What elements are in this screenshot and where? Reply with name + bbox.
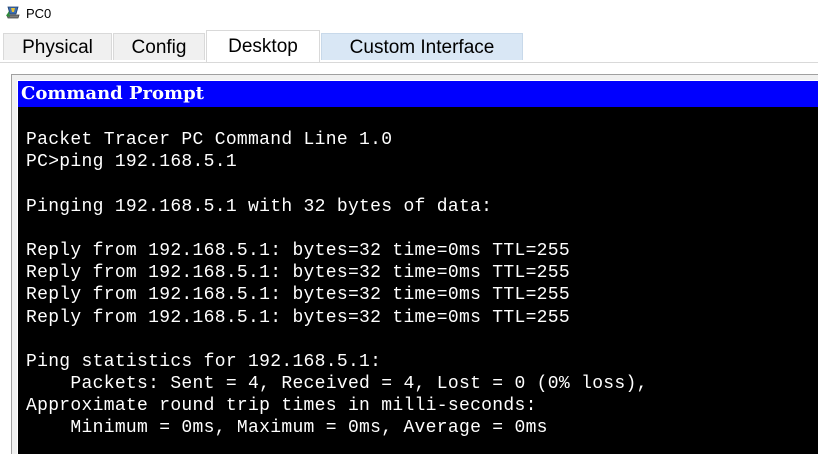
app-window: PC0 Physical Config Desktop Custom Inter… — [0, 0, 818, 454]
terminal-line: Reply from 192.168.5.1: bytes=32 time=0m… — [26, 240, 570, 261]
terminal-output[interactable]: Packet Tracer PC Command Line 1.0 PC>ping… — [26, 129, 816, 440]
desktop-content-panel: Command Prompt Packet Tracer PC Command … — [0, 62, 818, 454]
terminal-line: Reply from 192.168.5.1: bytes=32 time=0m… — [26, 263, 570, 284]
terminal-line: Reply from 192.168.5.1: bytes=32 time=0m… — [26, 285, 570, 306]
terminal-line: Approximate round trip times in milli-se… — [26, 396, 537, 417]
tab-physical[interactable]: Physical — [3, 33, 112, 60]
command-prompt-title-bar[interactable]: Command Prompt — [18, 81, 818, 107]
packet-tracer-pc-icon — [5, 5, 21, 21]
terminal-line: Ping statistics for 192.168.5.1: — [26, 351, 382, 372]
window-title: PC0 — [26, 6, 52, 21]
command-prompt-title: Command Prompt — [21, 83, 204, 104]
window-title-bar: PC0 — [0, 0, 818, 30]
terminal-line: PC>ping 192.168.5.1 — [26, 152, 237, 173]
terminal-line: Reply from 192.168.5.1: bytes=32 time=0m… — [26, 307, 570, 328]
terminal-line: Packet Tracer PC Command Line 1.0 — [26, 130, 393, 150]
terminal-line: Minimum = 0ms, Maximum = 0ms, Average = … — [26, 418, 548, 439]
terminal-line: Pinging 192.168.5.1 with 32 bytes of dat… — [26, 196, 493, 217]
terminal-line: Packets: Sent = 4, Received = 4, Lost = … — [26, 374, 648, 395]
desktop-frame: Command Prompt Packet Tracer PC Command … — [11, 74, 818, 454]
tab-desktop[interactable]: Desktop — [206, 30, 320, 62]
command-prompt-window[interactable]: Command Prompt Packet Tracer PC Command … — [17, 80, 818, 454]
tab-config[interactable]: Config — [113, 33, 205, 60]
tab-custom-interface[interactable]: Custom Interface — [321, 33, 523, 60]
tab-bar: Physical Config Desktop Custom Interface — [0, 30, 818, 62]
